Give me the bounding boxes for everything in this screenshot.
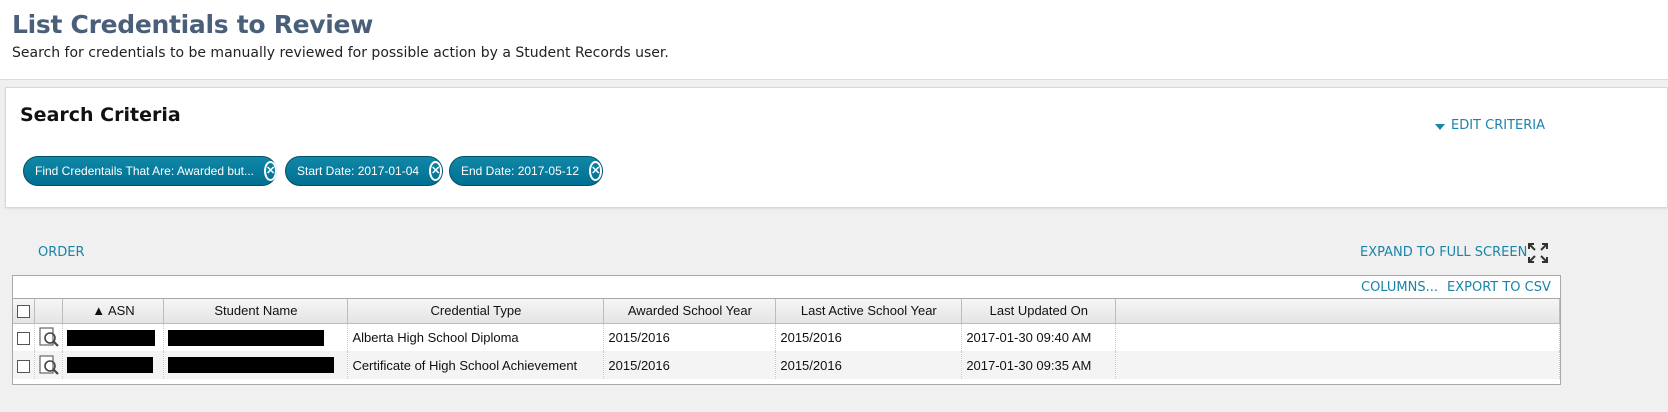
table-row[interactable]: Certificate of High School Achievement 2… bbox=[13, 351, 1560, 379]
filler-cell bbox=[1115, 323, 1560, 351]
search-criteria-title: Search Criteria bbox=[20, 104, 181, 126]
updated-on-cell: 2017-01-30 09:40 AM bbox=[961, 323, 1117, 351]
credentials-table: ▲ ASN Student Name Credential Type Award… bbox=[13, 299, 1560, 379]
filler-cell bbox=[1115, 351, 1560, 379]
row-action-cell[interactable] bbox=[34, 351, 64, 379]
page-subtitle: Search for credentials to be manually re… bbox=[12, 45, 669, 61]
updated-on-cell: 2017-01-30 09:35 AM bbox=[961, 351, 1117, 379]
credential-type-cell: Certificate of High School Achievement bbox=[347, 351, 605, 379]
asn-cell bbox=[62, 323, 165, 351]
column-header-student-name[interactable]: Student Name bbox=[163, 299, 349, 324]
edit-criteria-label: EDIT CRITERIA bbox=[1451, 118, 1545, 133]
redacted-block bbox=[67, 329, 156, 346]
expand-full-screen-button[interactable]: EXPAND TO FULL SCREEN bbox=[1360, 245, 1527, 260]
columns-button[interactable]: COLUMNS... bbox=[1361, 280, 1438, 295]
row-select-cell[interactable] bbox=[13, 323, 36, 351]
student-name-cell bbox=[163, 323, 349, 351]
credential-type-cell: Alberta High School Diploma bbox=[347, 323, 605, 351]
close-circle-icon[interactable]: ✕ bbox=[429, 161, 443, 181]
close-circle-icon[interactable]: ✕ bbox=[264, 161, 278, 181]
column-header-awarded-year[interactable]: Awarded School Year bbox=[603, 299, 777, 324]
expand-arrows-icon[interactable] bbox=[1527, 242, 1549, 264]
redacted-block bbox=[168, 329, 325, 346]
table-row[interactable]: Alberta High School Diploma 2015/2016 20… bbox=[13, 323, 1560, 351]
redacted-block bbox=[67, 357, 154, 374]
export-csv-button[interactable]: EXPORT TO CSV bbox=[1447, 280, 1551, 295]
row-checkbox[interactable] bbox=[17, 359, 31, 373]
grid-toolbar: COLUMNS... EXPORT TO CSV bbox=[13, 276, 1560, 299]
row-select-cell[interactable] bbox=[13, 351, 36, 379]
criteria-chip-status[interactable]: Find Credentails That Are: Awarded but..… bbox=[23, 156, 278, 186]
criteria-chip-label: Start Date: 2017-01-04 bbox=[297, 164, 420, 178]
row-checkbox[interactable] bbox=[17, 331, 31, 345]
awarded-year-cell: 2015/2016 bbox=[603, 351, 777, 379]
column-header-last-updated[interactable]: Last Updated On bbox=[961, 299, 1117, 324]
redacted-block bbox=[168, 357, 335, 374]
credentials-grid: COLUMNS... EXPORT TO CSV ▲ ASN Student N… bbox=[12, 275, 1561, 385]
table-header-row: ▲ ASN Student Name Credential Type Award… bbox=[13, 299, 1560, 324]
last-active-year-cell: 2015/2016 bbox=[775, 351, 963, 379]
criteria-chip-label: Find Credentails That Are: Awarded but..… bbox=[35, 164, 255, 178]
criteria-chip-label: End Date: 2017-05-12 bbox=[461, 164, 580, 178]
page-header: List Credentials to Review Search for cr… bbox=[0, 0, 1668, 80]
column-header-last-active-year[interactable]: Last Active School Year bbox=[775, 299, 963, 324]
row-action-cell[interactable] bbox=[34, 323, 64, 351]
search-document-icon[interactable] bbox=[36, 353, 62, 377]
order-button[interactable]: ORDER bbox=[38, 245, 85, 260]
search-criteria-panel: Search Criteria EDIT CRITERIA Find Crede… bbox=[5, 87, 1668, 208]
student-name-cell bbox=[163, 351, 349, 379]
action-column-header bbox=[34, 299, 64, 324]
criteria-chip-end-date[interactable]: End Date: 2017-05-12 ✕ bbox=[449, 156, 603, 186]
close-circle-icon[interactable]: ✕ bbox=[589, 161, 603, 181]
select-all-checkbox[interactable] bbox=[17, 305, 31, 319]
select-all-header[interactable] bbox=[13, 299, 36, 324]
last-active-year-cell: 2015/2016 bbox=[775, 323, 963, 351]
asn-cell bbox=[62, 351, 165, 379]
edit-criteria-button[interactable]: EDIT CRITERIA bbox=[1435, 118, 1545, 133]
caret-down-icon bbox=[1435, 124, 1445, 130]
page-title: List Credentials to Review bbox=[12, 10, 374, 39]
column-header-asn[interactable]: ▲ ASN bbox=[62, 299, 165, 324]
column-header-filler bbox=[1115, 299, 1560, 324]
criteria-chip-start-date[interactable]: Start Date: 2017-01-04 ✕ bbox=[285, 156, 443, 186]
search-document-icon[interactable] bbox=[36, 325, 62, 349]
awarded-year-cell: 2015/2016 bbox=[603, 323, 777, 351]
column-header-credential-type[interactable]: Credential Type bbox=[347, 299, 605, 324]
